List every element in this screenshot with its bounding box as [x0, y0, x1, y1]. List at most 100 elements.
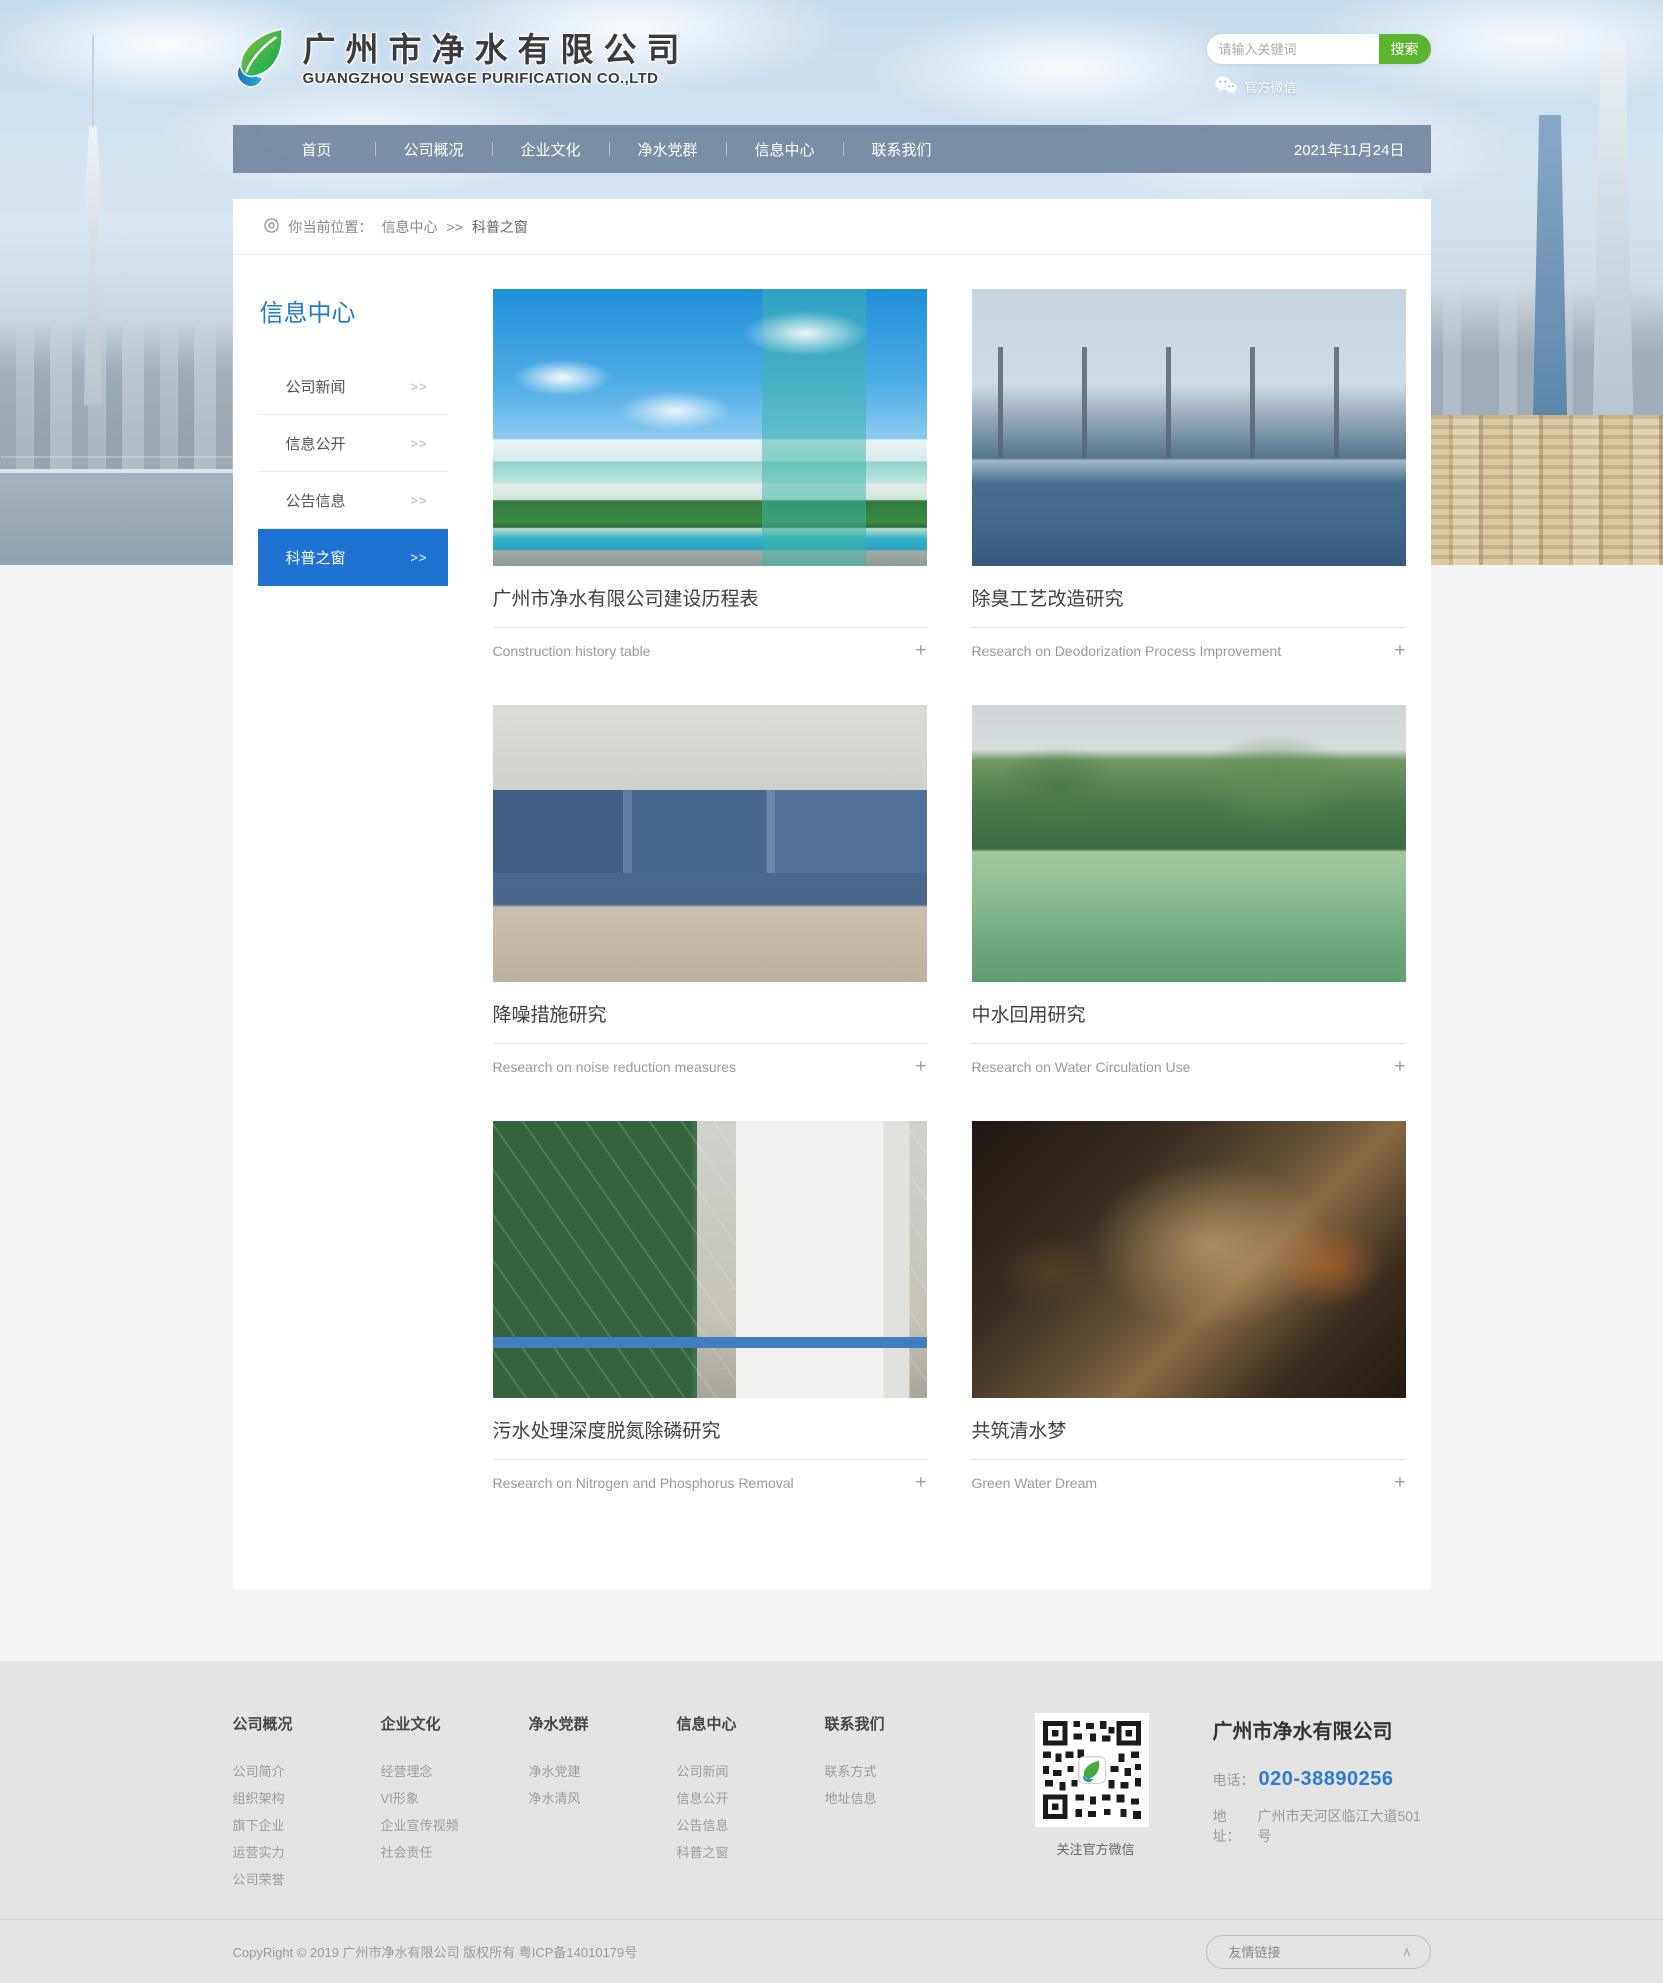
card-subtitle-row[interactable]: Construction history table +: [493, 641, 927, 661]
footer-link[interactable]: 科普之窗: [677, 1839, 825, 1866]
children-playing-in-water-photo[interactable]: [972, 1121, 1406, 1398]
friendly-links-dropdown[interactable]: 友情链接 ∧: [1206, 1935, 1431, 1969]
footer-link[interactable]: 社会责任: [381, 1839, 529, 1866]
plus-icon[interactable]: +: [915, 1473, 926, 1493]
site-footer: 公司概况 公司简介 组织架构 旗下企业 运营实力 公司荣誉 企业文化 经营理念 …: [0, 1661, 1663, 1919]
leaf-logo-icon: [233, 26, 291, 93]
card-subtitle-row[interactable]: Research on Water Circulation Use +: [972, 1057, 1406, 1077]
footer-link[interactable]: 净水党建: [529, 1758, 677, 1785]
footer-link[interactable]: 企业宣传视频: [381, 1812, 529, 1839]
chevron-up-icon: ∧: [1402, 1944, 1412, 1960]
nav-item-company-profile[interactable]: 公司概况: [376, 139, 492, 160]
footer-link[interactable]: 公司新闻: [677, 1758, 825, 1785]
double-chevron-right-icon: >>: [410, 493, 427, 508]
footer-column-title: 信息中心: [677, 1713, 825, 1734]
card-title[interactable]: 降噪措施研究: [493, 1004, 927, 1044]
footer-column-contact-us: 联系我们 联系方式 地址信息: [825, 1713, 973, 1812]
company-logo[interactable]: 广州市净水有限公司 GUANGZHOU SEWAGE PURIFICATION …: [233, 26, 690, 93]
address-label: 地址：: [1213, 1806, 1254, 1846]
article-card: 中水回用研究 Research on Water Circulation Use…: [972, 705, 1406, 1077]
qr-caption: 关注官方微信: [1035, 1839, 1157, 1858]
card-subtitle-row[interactable]: Green Water Dream +: [972, 1473, 1406, 1493]
plus-icon[interactable]: +: [1394, 1057, 1405, 1077]
nav-item-home[interactable]: 首页: [259, 139, 375, 160]
footer-column-title: 公司概况: [233, 1713, 381, 1734]
search-input[interactable]: [1207, 34, 1379, 64]
breadcrumb-current-page[interactable]: 科普之窗: [472, 217, 528, 237]
footer-link[interactable]: 信息公开: [677, 1785, 825, 1812]
location-pin-icon: [263, 217, 280, 237]
article-card: 降噪措施研究 Research on noise reduction measu…: [493, 705, 927, 1077]
footer-link[interactable]: 净水清风: [529, 1785, 677, 1812]
header-search-area: 搜索 官: [1207, 34, 1431, 97]
site-header: 广州市净水有限公司 GUANGZHOU SEWAGE PURIFICATION …: [233, 0, 1431, 125]
green-pond-photo[interactable]: [972, 705, 1406, 982]
footer-column-company-profile: 公司概况 公司简介 组织架构 旗下企业 运营实力 公司荣誉: [233, 1713, 381, 1893]
footer-link[interactable]: 公司简介: [233, 1758, 381, 1785]
footer-column-party-group: 净水党群 净水党建 净水清风: [529, 1713, 677, 1812]
sidebar-item-announcements[interactable]: 公告信息 >>: [258, 472, 448, 529]
sidebar-item-info-disclosure[interactable]: 信息公开 >>: [258, 415, 448, 472]
footer-column-info-center: 信息中心 公司新闻 信息公开 公告信息 科普之窗: [677, 1713, 825, 1866]
company-headquarters-photo[interactable]: [493, 289, 927, 566]
noise-reduction-equipment-photo[interactable]: [493, 705, 927, 982]
treatment-tank-photo[interactable]: [493, 1121, 927, 1398]
card-title[interactable]: 污水处理深度脱氮除磷研究: [493, 1420, 927, 1460]
breadcrumb-separator: >>: [447, 219, 463, 235]
card-subtitle-row[interactable]: Research on Nitrogen and Phosphorus Remo…: [493, 1473, 927, 1493]
card-title[interactable]: 广州市净水有限公司建设历程表: [493, 588, 927, 628]
card-subtitle: Research on Nitrogen and Phosphorus Remo…: [493, 1475, 794, 1491]
card-title[interactable]: 共筑清水梦: [972, 1420, 1406, 1460]
deodorization-plant-photo[interactable]: [972, 289, 1406, 566]
article-card: 除臭工艺改造研究 Research on Deodorization Proce…: [972, 289, 1406, 661]
wechat-icon: [1215, 76, 1237, 97]
card-title[interactable]: 除臭工艺改造研究: [972, 588, 1406, 628]
official-wechat-link[interactable]: 官方微信: [1207, 76, 1431, 97]
double-chevron-right-icon: >>: [410, 550, 427, 565]
breadcrumb-info-center-link[interactable]: 信息中心: [382, 217, 438, 237]
nav-item-contact-us[interactable]: 联系我们: [844, 139, 960, 160]
sidebar-item-company-news[interactable]: 公司新闻 >>: [258, 358, 448, 415]
banner-residential-buildings: [1423, 415, 1663, 565]
footer-link[interactable]: 经营理念: [381, 1758, 529, 1785]
footer-link[interactable]: 公告信息: [677, 1812, 825, 1839]
footer-column-title: 净水党群: [529, 1713, 677, 1734]
copyright-bar: CopyRight © 2019 广州市净水有限公司 版权所有 粤ICP备140…: [0, 1919, 1663, 1983]
sidebar-item-label: 科普之窗: [286, 547, 346, 568]
copyright-text: CopyRight © 2019 广州市净水有限公司 版权所有 粤ICP备140…: [233, 1942, 638, 1961]
sidebar-title: 信息中心: [260, 293, 448, 328]
card-subtitle-row[interactable]: Research on Deodorization Process Improv…: [972, 641, 1406, 661]
plus-icon[interactable]: +: [915, 641, 926, 661]
card-subtitle: Green Water Dream: [972, 1475, 1098, 1491]
footer-link[interactable]: 运营实力: [233, 1839, 381, 1866]
footer-column-title: 联系我们: [825, 1713, 973, 1734]
banner-skyline-scene: [1423, 0, 1663, 565]
sidebar-item-science-window-active[interactable]: 科普之窗 >>: [258, 529, 448, 586]
search-button[interactable]: 搜索: [1379, 34, 1431, 64]
footer-link[interactable]: 地址信息: [825, 1785, 973, 1812]
nav-item-party-group[interactable]: 净水党群: [610, 139, 726, 160]
footer-link[interactable]: 组织架构: [233, 1785, 381, 1812]
wechat-label: 官方微信: [1245, 77, 1297, 96]
logo-title-en: GUANGZHOU SEWAGE PURIFICATION CO.,LTD: [303, 70, 690, 87]
footer-link[interactable]: 旗下企业: [233, 1812, 381, 1839]
sidebar-info-center: 信息中心 公司新闻 >> 信息公开 >> 公告信息 >> 科普之窗 >>: [258, 289, 448, 1493]
footer-link[interactable]: 公司荣誉: [233, 1866, 381, 1893]
content-panel: 你当前位置： 信息中心 >> 科普之窗 信息中心 公司新闻 >> 信息公开 >>…: [233, 199, 1431, 1589]
card-subtitle-row[interactable]: Research on noise reduction measures +: [493, 1057, 927, 1077]
address-value: 广州市天河区临江大道501号: [1257, 1806, 1430, 1846]
breadcrumb: 你当前位置： 信息中心 >> 科普之窗: [233, 199, 1431, 255]
nav-item-corporate-culture[interactable]: 企业文化: [493, 139, 609, 160]
plus-icon[interactable]: +: [915, 1057, 926, 1077]
card-subtitle: Research on Deodorization Process Improv…: [972, 643, 1282, 659]
footer-company-name: 广州市净水有限公司: [1213, 1715, 1431, 1744]
footer-link[interactable]: 联系方式: [825, 1758, 973, 1785]
footer-link[interactable]: VI形象: [381, 1785, 529, 1812]
article-card: 广州市净水有限公司建设历程表 Construction history tabl…: [493, 289, 927, 661]
nav-item-info-center[interactable]: 信息中心: [727, 139, 843, 160]
canton-tower-antenna: [92, 35, 94, 127]
card-title[interactable]: 中水回用研究: [972, 1004, 1406, 1044]
footer-column-corporate-culture: 企业文化 经营理念 VI形象 企业宣传视频 社会责任: [381, 1713, 529, 1866]
plus-icon[interactable]: +: [1394, 1473, 1405, 1493]
plus-icon[interactable]: +: [1394, 641, 1405, 661]
